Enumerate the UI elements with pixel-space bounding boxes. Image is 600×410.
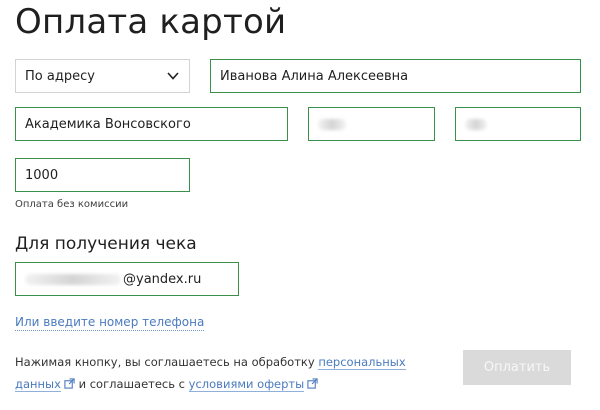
email-field[interactable]: @yandex.ru — [15, 262, 239, 296]
full-name-value: Иванова Алина Алексеевна — [220, 68, 409, 84]
street-field[interactable]: Академика Вонсовского — [15, 107, 288, 141]
receipt-heading: Для получения чека — [15, 234, 197, 254]
email-domain: @yandex.ru — [123, 271, 202, 287]
redacted-email-local — [25, 273, 121, 285]
amount-value: 1000 — [25, 167, 59, 183]
redacted-house-value — [318, 118, 346, 130]
pay-button[interactable]: Оплатить — [463, 350, 571, 385]
chevron-down-icon — [167, 72, 179, 80]
external-link-icon — [307, 378, 318, 389]
phone-input-link[interactable]: Или введите номер телефона — [15, 315, 205, 331]
page-title: Оплата картой — [15, 2, 287, 42]
street-value: Академика Вонсовского — [25, 116, 191, 132]
external-link-icon — [64, 378, 75, 389]
address-type-value: По адресу — [25, 68, 95, 84]
consent-text-part1: Нажимая кнопку, вы соглашаетесь на обраб… — [15, 355, 319, 369]
full-name-field[interactable]: Иванова Алина Алексеевна — [210, 59, 581, 93]
address-type-select[interactable]: По адресу — [15, 59, 190, 93]
redacted-apartment-value — [465, 118, 487, 130]
apartment-field[interactable] — [455, 107, 581, 141]
offer-terms-link[interactable]: условиями оферты — [188, 377, 305, 392]
consent-text: Нажимая кнопку, вы соглашаетесь на обраб… — [15, 351, 455, 395]
amount-field[interactable]: 1000 — [15, 158, 190, 192]
house-field[interactable] — [308, 107, 435, 141]
consent-text-part2: и соглашаетесь с — [74, 377, 189, 391]
commission-note: Оплата без комиссии — [15, 199, 129, 210]
